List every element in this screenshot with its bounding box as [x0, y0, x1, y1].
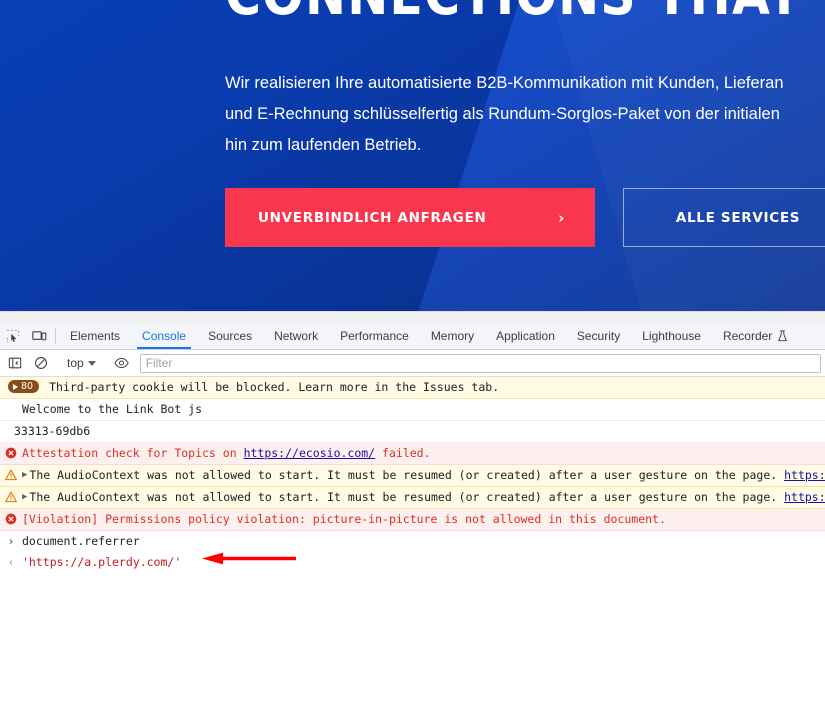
- console-message-text: [Violation] Permissions policy violation…: [22, 512, 670, 527]
- console-message-warning[interactable]: ▶ The AudioContext was not allowed to st…: [0, 465, 825, 487]
- tab-console[interactable]: Console: [131, 323, 197, 349]
- tab-network-label: Network: [274, 329, 318, 343]
- console-message-log[interactable]: 33313-69db6: [0, 421, 825, 443]
- request-quote-button[interactable]: UNVERBINDLICH ANFRAGEN ›: [225, 188, 595, 247]
- console-message-text: Welcome to the Link Bot js: [22, 402, 206, 417]
- error-circle-icon: [0, 512, 22, 525]
- tab-application[interactable]: Application: [485, 323, 566, 349]
- toggle-console-sidebar-icon[interactable]: [2, 356, 28, 370]
- console-message-link[interactable]: https://go: [784, 490, 825, 504]
- devtools-top-gap: [0, 312, 825, 323]
- error-text-before: Attestation check for Topics on: [22, 446, 244, 460]
- triangle-right-icon: [13, 384, 18, 390]
- devtools-tab-bar: Elements Console Sources Network Perform…: [0, 323, 825, 350]
- execution-context-selector[interactable]: top: [61, 356, 102, 370]
- warning-text: The AudioContext was not allowed to star…: [29, 468, 784, 482]
- tab-memory[interactable]: Memory: [420, 323, 485, 349]
- web-page-hero: CONNECTIONS THAT W Wir realisieren Ihre …: [0, 0, 825, 311]
- console-filter-input[interactable]: [140, 354, 821, 373]
- return-caret-icon: ‹: [0, 555, 22, 570]
- tab-sources[interactable]: Sources: [197, 323, 263, 349]
- tab-sources-label: Sources: [208, 329, 252, 343]
- error-circle-icon: [0, 446, 22, 459]
- hero-content: CONNECTIONS THAT W Wir realisieren Ihre …: [225, 0, 825, 19]
- console-message-list[interactable]: 80 Third-party cookie will be blocked. L…: [0, 377, 825, 703]
- request-quote-button-label: UNVERBINDLICH ANFRAGEN: [258, 210, 487, 226]
- console-settings-eye-icon[interactable]: [109, 356, 135, 370]
- inspect-element-icon[interactable]: [0, 323, 26, 349]
- tab-lighthouse[interactable]: Lighthouse: [631, 323, 712, 349]
- issues-count-value: 80: [21, 380, 33, 393]
- console-toolbar: top: [0, 350, 825, 377]
- console-prompt-result-row[interactable]: ‹ 'https://a.plerdy.com/': [0, 552, 825, 573]
- page-title: CONNECTIONS THAT W: [225, 0, 825, 25]
- error-text-after: failed.: [375, 446, 430, 460]
- hero-subtitle-line-1: Wir realisieren Ihre automatisierte B2B-…: [225, 68, 825, 99]
- hero-subtitle: Wir realisieren Ihre automatisierte B2B-…: [225, 68, 825, 161]
- tab-recorder-label: Recorder: [723, 329, 772, 343]
- experiment-flask-icon: [777, 330, 788, 342]
- tab-performance-label: Performance: [340, 329, 409, 343]
- hero-subtitle-line-2: und E-Rechnung schlüsselfertig als Rundu…: [225, 99, 825, 130]
- execution-context-label: top: [67, 356, 84, 370]
- toolbar-divider: [55, 328, 56, 344]
- tab-recorder[interactable]: Recorder: [712, 323, 799, 349]
- toggle-device-toolbar-icon[interactable]: [26, 323, 52, 349]
- tab-security-label: Security: [577, 329, 620, 343]
- console-message-text: The AudioContext was not allowed to star…: [29, 490, 825, 505]
- console-prompt-input-row[interactable]: › document.referrer: [0, 531, 825, 552]
- tab-performance[interactable]: Performance: [329, 323, 420, 349]
- warning-triangle-icon: [0, 490, 22, 503]
- hero-subtitle-line-3: hin zum laufenden Betrieb.: [225, 130, 825, 161]
- prompt-caret-icon: ›: [0, 534, 22, 549]
- console-message-text: Attestation check for Topics on https://…: [22, 446, 435, 461]
- hero-button-group: UNVERBINDLICH ANFRAGEN › ALLE SERVICES: [225, 188, 825, 247]
- console-input-expression[interactable]: document.referrer: [22, 534, 140, 549]
- console-message-log[interactable]: Welcome to the Link Bot js: [0, 399, 825, 421]
- console-message-error[interactable]: [Violation] Permissions policy violation…: [0, 509, 825, 531]
- tab-security[interactable]: Security: [566, 323, 631, 349]
- console-message-link[interactable]: https://ecosio.com/: [244, 446, 376, 460]
- all-services-button-label: ALLE SERVICES: [676, 210, 800, 226]
- expand-arrow-icon[interactable]: ▶: [22, 468, 27, 483]
- console-message-text: 33313-69db6: [14, 424, 94, 439]
- console-message-text: The AudioContext was not allowed to star…: [29, 468, 825, 483]
- warning-text: The AudioContext was not allowed to star…: [29, 490, 784, 504]
- warning-triangle-icon: [0, 468, 22, 481]
- tab-application-label: Application: [496, 329, 555, 343]
- console-message-text: Third-party cookie will be blocked. Lear…: [49, 380, 503, 395]
- all-services-button[interactable]: ALLE SERVICES: [623, 188, 825, 247]
- expand-arrow-icon[interactable]: ▶: [22, 490, 27, 505]
- console-message-link[interactable]: https://go: [784, 468, 825, 482]
- tab-elements[interactable]: Elements: [59, 323, 131, 349]
- chevron-down-icon: [88, 361, 96, 366]
- clear-console-icon[interactable]: [28, 356, 54, 370]
- tab-console-label: Console: [142, 329, 186, 343]
- issues-count-badge[interactable]: 80: [8, 380, 39, 393]
- tab-memory-label: Memory: [431, 329, 474, 343]
- console-message-warning[interactable]: ▶ The AudioContext was not allowed to st…: [0, 487, 825, 509]
- devtools-panel: Elements Console Sources Network Perform…: [0, 311, 825, 702]
- console-result-value: 'https://a.plerdy.com/': [22, 555, 181, 570]
- console-message-warning[interactable]: 80 Third-party cookie will be blocked. L…: [0, 377, 825, 399]
- chevron-right-icon: ›: [558, 209, 565, 227]
- console-message-error[interactable]: Attestation check for Topics on https://…: [0, 443, 825, 465]
- tab-network[interactable]: Network: [263, 323, 329, 349]
- tab-lighthouse-label: Lighthouse: [642, 329, 701, 343]
- tab-elements-label: Elements: [70, 329, 120, 343]
